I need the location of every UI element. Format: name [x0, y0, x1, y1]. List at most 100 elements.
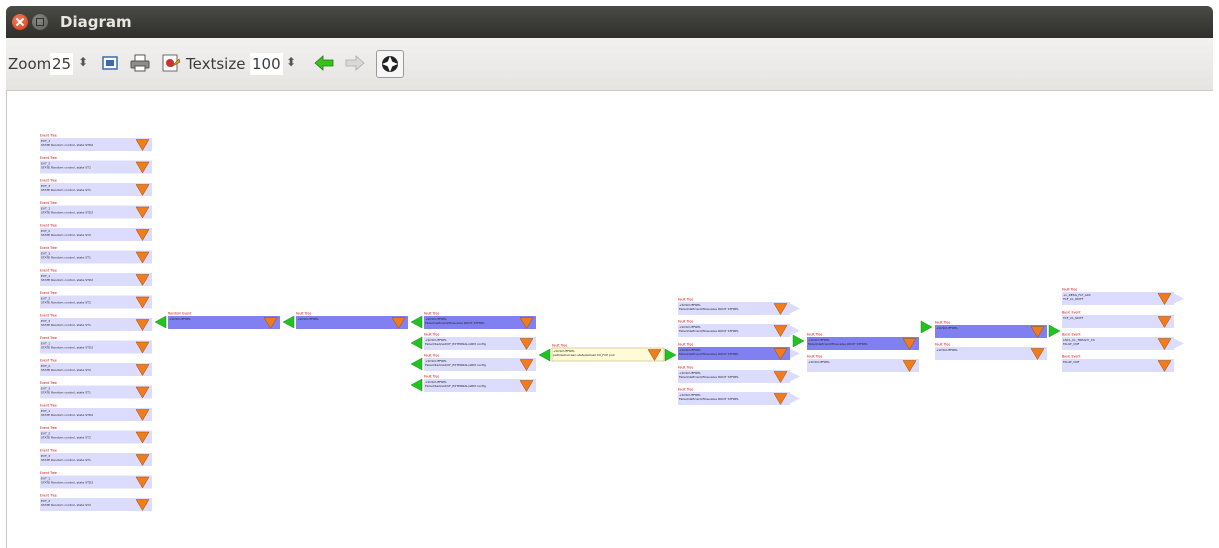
node-type-label: Event Tree [40, 291, 57, 295]
color-toggle-button[interactable] [376, 50, 404, 78]
node-type-label: Event Tree [40, 494, 57, 498]
zoom-spinner-arrows-icon[interactable]: ⬍ [78, 55, 88, 69]
node-text: STATE Random control, state STD2 [41, 481, 93, 485]
node-text: STATE Random control, state ST1 [41, 458, 91, 462]
node-type-label: Event Tree [40, 426, 57, 430]
node-type-label: Event Tree [40, 179, 57, 183]
green-connector-icon [1048, 324, 1061, 338]
node-type-label: Basic Event [1062, 311, 1081, 315]
node-text: STATE Random control, state STD2 [41, 143, 93, 147]
node-text: Failed/deficient/flowvalve ROOT STFREL [808, 342, 868, 346]
node-type-label: Basic Event [1062, 333, 1081, 337]
expand-arrow-icon [1174, 293, 1184, 304]
node-type-label: Fault Tree [935, 343, 950, 347]
node-type-label: Fault Tree [424, 312, 439, 316]
zoom-spinbox[interactable]: 25 [50, 53, 74, 75]
node-type-label: Fault Tree [678, 320, 693, 324]
node-text: STATE Random control, state STD2 [41, 278, 93, 282]
node-type-label: Fault Tree [296, 312, 311, 316]
node-text: STATE Random control, state STD2 [41, 211, 93, 215]
node-text: FAULT_CNF [1063, 360, 1080, 364]
fit-to-window-icon [102, 56, 118, 70]
node-text: STATE Random control, state ST1 [41, 188, 91, 192]
green-connector-icon [920, 320, 933, 334]
expand-arrow-icon [1174, 338, 1184, 349]
print-icon [130, 54, 150, 72]
node-type-label: Fault Tree [807, 333, 822, 337]
node-type-label: Event Tree [40, 201, 57, 205]
node-text: STATE Random control, state ST2 [41, 233, 91, 237]
node-text: STATE Random control, state ST2 [41, 368, 91, 372]
node-type-label: Event Tree [40, 381, 57, 385]
green-connector-icon [410, 315, 423, 329]
diagram-graph: Event TreeEVT_1STATE Random control, sta… [40, 134, 1184, 511]
node-text: Failed/deficient/flowvalve ROOT STFREL [425, 321, 485, 325]
expand-arrow-icon [790, 325, 800, 336]
node-type-label: Fault Tree [678, 388, 693, 392]
node-text: FAULT_CNF [1063, 342, 1080, 346]
green-connector-icon [154, 315, 167, 329]
node-text: STATE Random control, state ST2 [41, 301, 91, 305]
expand-arrow-icon [790, 303, 800, 314]
title-bar: Diagram [6, 6, 1213, 38]
node-text: Failed/bad/sat/UF_EXTERNAL/ARM config [425, 363, 486, 367]
node-text: TCF_CL_NOTF [1062, 316, 1084, 320]
green-connector-icon [410, 357, 423, 371]
export-image-button[interactable] [158, 50, 184, 76]
node-text: STATE Random control, state ST2 [41, 166, 91, 170]
node-type-label: Event Tree [40, 471, 57, 475]
node-type-label: Random Event [168, 312, 192, 316]
node-type-label: Event Tree [40, 359, 57, 363]
zoom-label: Zoom [8, 55, 52, 73]
maximize-window-button[interactable] [32, 14, 48, 30]
node-text: TCF_CL_NOTF [1062, 297, 1084, 301]
node-text: path/subscreen-state/subset XX_FCP pull [553, 353, 615, 357]
node-type-label: Event Tree [40, 269, 57, 273]
node-type-label: Event Tree [40, 314, 57, 318]
node-text: STATE Random control, state ST1 [41, 391, 91, 395]
print-button[interactable] [127, 50, 153, 76]
export-image-icon [162, 54, 181, 72]
node-text: STATE Random control, state ST2 [41, 436, 91, 440]
node-text: STATE Random control, state STD2 [41, 413, 93, 417]
node-type-label: Fault Tree [935, 321, 950, 325]
forward-button[interactable] [342, 50, 368, 76]
node-type-label: Event Tree [40, 224, 57, 228]
node-text: STATE Random control, state ST1 [41, 323, 91, 327]
node-text: +SCSCUFFREL [808, 360, 830, 364]
node-type-label: Fault Tree [424, 333, 439, 337]
node-text: Failed/deficient/flowvalve ROOT STFREL [679, 307, 739, 311]
textsize-spinbox[interactable]: 100 [250, 53, 283, 75]
node-text: STATE Random control, state STD2 [41, 346, 93, 350]
node-text: Failed/deficient/flowvalve ROOT STFREL [679, 352, 739, 356]
node-type-label: Fault Tree [424, 375, 439, 379]
green-connector-icon [664, 348, 677, 362]
node-type-label: Fault Tree [1062, 288, 1077, 292]
node-text: Failed/deficient/flowvalve ROOT STFREL [679, 397, 739, 401]
back-button[interactable] [311, 50, 337, 76]
node-type-label: Event Tree [40, 404, 57, 408]
node-text: Failed/deficient/flowvalve ROOT STFREL [679, 329, 739, 333]
expand-arrow-icon [790, 348, 800, 359]
textsize-spinner-arrows-icon[interactable]: ⬍ [286, 55, 296, 69]
expand-arrow-icon [790, 393, 800, 404]
node-text: +SCSCUFFREL [297, 317, 319, 321]
diagram-canvas[interactable]: Event Tree EVT_1 STATE Random control, sta… [6, 91, 1214, 548]
expand-arrow-icon [790, 371, 800, 382]
color-toggle-icon [382, 56, 398, 72]
node-type-label: Fault Tree [424, 354, 439, 358]
window-title: Diagram [60, 13, 132, 31]
node-type-label: Event Tree [40, 246, 57, 250]
node-type-label: Event Tree [40, 336, 57, 340]
node-type-label: Fault Tree [678, 366, 693, 370]
node-type-label: Fault Tree [552, 344, 567, 348]
node-type-label: Event Tree [40, 449, 57, 453]
green-connector-icon [410, 378, 423, 392]
back-arrow-icon [314, 55, 334, 71]
close-window-button[interactable] [12, 14, 28, 30]
node-text: +SCSCUFFREL [169, 317, 191, 321]
fit-to-window-button[interactable] [97, 50, 123, 76]
node-type-label: Event Tree [40, 134, 57, 138]
green-connector-icon [792, 334, 805, 348]
node-text: +SCSCUFFREL [936, 326, 958, 330]
